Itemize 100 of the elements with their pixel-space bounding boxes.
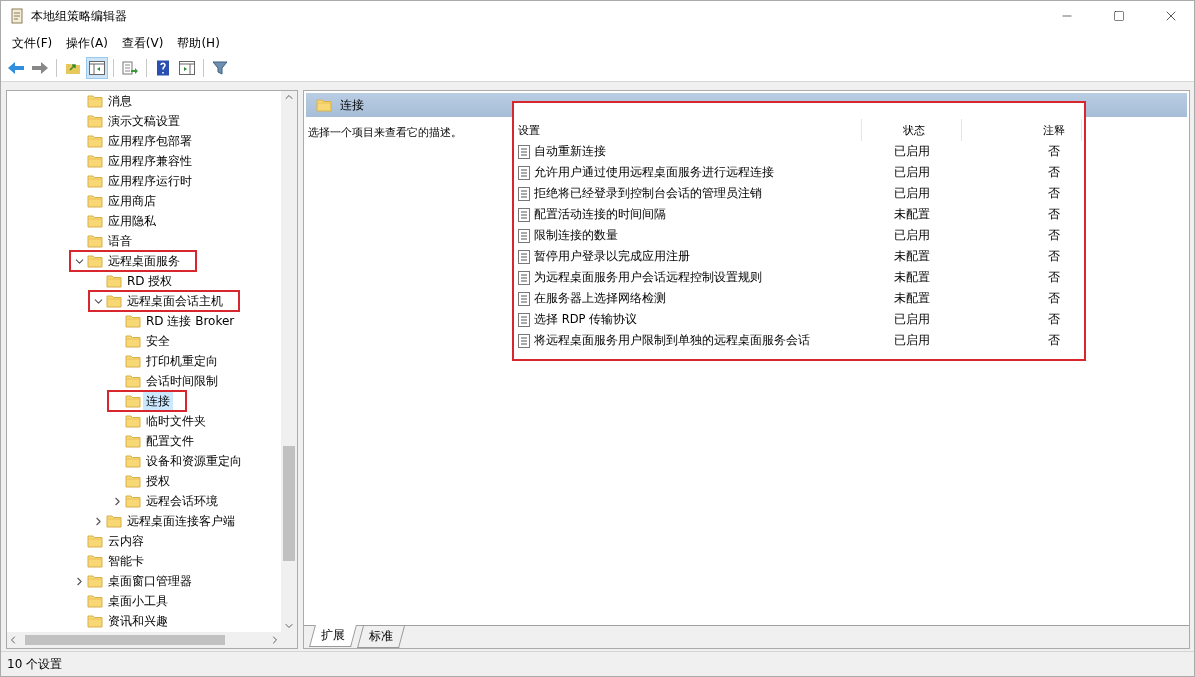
tree-item[interactable]: 配置文件 <box>143 431 197 451</box>
tree-item[interactable]: RD 连接 Broker <box>143 311 238 331</box>
setting-name[interactable]: 选择 RDP 传输协议 <box>534 312 638 327</box>
tree-item[interactable]: 应用商店 <box>105 191 159 211</box>
setting-name[interactable]: 暂停用户登录以完成应用注册 <box>534 249 690 264</box>
window-title: 本地组策略编辑器 <box>31 7 128 25</box>
folder-icon <box>87 534 103 548</box>
tree-item[interactable]: 授权 <box>143 471 173 491</box>
column-header[interactable]: 状态 <box>862 119 962 141</box>
folder-icon <box>125 354 141 368</box>
folder-icon <box>125 454 141 468</box>
menu-item[interactable]: 文件(F) <box>5 34 60 52</box>
vertical-scrollbar[interactable] <box>281 91 297 632</box>
tree-item[interactable]: 应用程序包部署 <box>105 131 195 151</box>
folder-icon <box>87 194 103 208</box>
menu-item[interactable]: 帮助(H) <box>170 34 227 52</box>
tree-item[interactable]: 应用程序兼容性 <box>105 151 195 171</box>
tree-item[interactable]: 远程会话环境 <box>143 491 221 511</box>
forward-icon[interactable] <box>31 61 49 75</box>
tree-item[interactable]: 资讯和兴趣 <box>105 611 171 631</box>
tree-item[interactable]: 应用程序运行时 <box>105 171 195 191</box>
folder-icon[interactable] <box>65 61 81 75</box>
scroll-icon <box>9 8 25 24</box>
tree-item[interactable]: 演示文稿设置 <box>105 111 183 131</box>
menu-item[interactable]: 查看(V) <box>114 34 171 52</box>
column-header[interactable]: 设置 <box>514 119 862 141</box>
document-icon <box>518 186 530 201</box>
comment-cell-text: 否 <box>1047 290 1061 307</box>
scrollbar-thumb[interactable] <box>25 635 225 645</box>
console-tree-button[interactable] <box>86 57 108 79</box>
setting-name[interactable]: 拒绝将已经登录到控制台会话的管理员注销 <box>534 186 762 201</box>
tree-item[interactable]: 远程桌面服务 <box>105 251 183 271</box>
export-icon[interactable] <box>122 61 138 75</box>
setting-name[interactable]: 将远程桌面服务用户限制到单独的远程桌面服务会话 <box>534 333 810 348</box>
state-cell-text: 已启用 <box>893 164 931 181</box>
tree-item[interactable]: 打印机重定向 <box>143 351 221 371</box>
tree-item[interactable]: 临时文件夹 <box>143 411 209 431</box>
comment-cell-text: 否 <box>1047 311 1061 328</box>
document-icon <box>518 165 530 180</box>
description-text: 选择一个项目来查看它的描述。 <box>308 126 462 139</box>
tree-item[interactable]: 智能卡 <box>105 551 147 571</box>
tree-item[interactable]: 应用隐私 <box>105 211 159 231</box>
state-cell-text: 已启用 <box>893 227 931 244</box>
scrollbar-thumb[interactable] <box>283 446 295 561</box>
document-icon <box>518 291 530 306</box>
tree-item[interactable]: 语音 <box>105 231 135 251</box>
tree-item[interactable]: 会话时间限制 <box>143 371 221 391</box>
folder-icon <box>87 254 103 268</box>
menu-item[interactable]: 操作(A) <box>59 34 115 52</box>
filter-icon[interactable] <box>212 60 228 76</box>
document-icon <box>518 207 530 222</box>
folder-icon <box>106 514 122 528</box>
folder-icon <box>125 494 141 508</box>
folder-icon <box>87 234 103 248</box>
folder-icon <box>87 94 103 108</box>
tree-item[interactable]: 连接 <box>143 391 173 411</box>
view-tab[interactable]: 扩展 <box>309 625 357 647</box>
horizontal-scrollbar[interactable] <box>7 632 281 648</box>
state-cell-text: 已启用 <box>893 311 931 328</box>
pane-icon[interactable] <box>179 61 195 75</box>
comment-cell-text: 否 <box>1047 227 1061 244</box>
tree-item[interactable]: 云内容 <box>105 531 147 551</box>
setting-name[interactable]: 为远程桌面服务用户会话远程控制设置规则 <box>534 270 762 285</box>
folder-icon <box>125 334 141 348</box>
comment-cell-text: 否 <box>1047 206 1061 223</box>
folder-icon <box>87 614 103 628</box>
help-icon[interactable] <box>156 60 170 76</box>
column-header[interactable]: 注释 <box>962 119 1082 141</box>
comment-cell-text: 否 <box>1047 332 1061 349</box>
folder-icon <box>87 174 103 188</box>
folder-icon <box>125 474 141 488</box>
folder-icon <box>87 154 103 168</box>
maximize-icon[interactable] <box>1113 10 1125 22</box>
document-icon <box>518 249 530 264</box>
tree-item[interactable]: 桌面小工具 <box>105 591 171 611</box>
tree-item[interactable]: 桌面窗口管理器 <box>105 571 195 591</box>
folder-icon <box>316 98 332 112</box>
status-text: 10 个设置 <box>7 655 63 673</box>
folder-icon <box>125 414 141 428</box>
back-icon[interactable] <box>7 61 25 75</box>
folder-icon <box>87 134 103 148</box>
tree-item[interactable]: RD 授权 <box>124 271 176 291</box>
setting-name[interactable]: 配置活动连接的时间间隔 <box>534 207 666 222</box>
tree-item[interactable]: 安全 <box>143 331 173 351</box>
setting-name[interactable]: 自动重新连接 <box>534 144 606 159</box>
folder-icon <box>87 554 103 568</box>
folder-icon <box>125 434 141 448</box>
view-tab[interactable]: 标准 <box>357 626 405 648</box>
folder-icon <box>87 574 103 588</box>
folder-icon <box>125 394 141 408</box>
tree-item[interactable]: 远程桌面连接客户端 <box>124 511 238 531</box>
comment-cell-text: 否 <box>1047 185 1061 202</box>
state-cell-text: 未配置 <box>893 206 931 223</box>
setting-name[interactable]: 限制连接的数量 <box>534 228 618 243</box>
tree-item[interactable]: 设备和资源重定向 <box>143 451 245 471</box>
pane-title: 连接 <box>340 96 364 114</box>
setting-name[interactable]: 允许用户通过使用远程桌面服务进行远程连接 <box>534 165 774 180</box>
setting-name[interactable]: 在服务器上选择网络检测 <box>534 291 666 306</box>
tree-item[interactable]: 远程桌面会话主机 <box>124 291 226 311</box>
tree-item[interactable]: 消息 <box>105 91 135 111</box>
